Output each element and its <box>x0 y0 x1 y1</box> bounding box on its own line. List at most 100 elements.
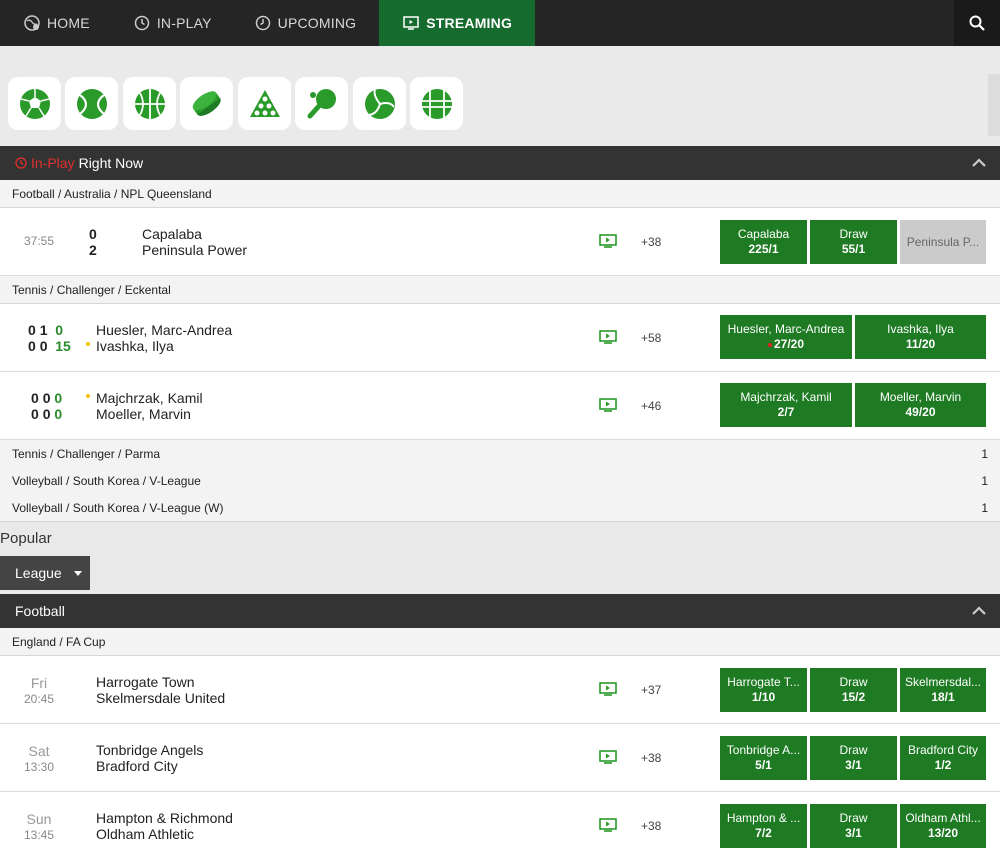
crumb-label: Volleyball / South Korea / V-League <box>12 473 201 488</box>
sport-table-tennis-button[interactable] <box>295 77 348 130</box>
odds-button-away[interactable]: Bradford City 1/2 <box>900 736 986 780</box>
odds-label: Hampton & ... <box>726 811 801 825</box>
odds-button-home[interactable]: Hampton & ... 7/2 <box>720 804 807 848</box>
event-row[interactable]: Sat 13:30 Tonbridge Angels Bradford City… <box>0 724 1000 792</box>
odds-button-draw[interactable]: Draw 3/1 <box>810 736 897 780</box>
odds-button-home[interactable]: Tonbridge A... 5/1 <box>720 736 807 780</box>
odds-button-draw[interactable]: Draw 15/2 <box>810 668 897 712</box>
live-stream-icon[interactable] <box>599 818 617 832</box>
event-row[interactable]: 0 0 0 0 0 0 Majchrzak, Kamil Moeller, Ma… <box>0 372 1000 440</box>
tennis-score: 0 1 0 0 0 15 <box>28 322 71 354</box>
odds-button-draw[interactable]: Draw 3/1 <box>810 804 897 848</box>
competition-crumb[interactable]: Volleyball / South Korea / V-League 1 <box>0 467 1000 495</box>
tab-streaming-label: STREAMING <box>426 15 513 31</box>
odds-label: Draw <box>839 811 868 825</box>
odds-button-home[interactable]: Huesler, Marc-Andrea 27/20 <box>720 315 852 359</box>
more-markets-link[interactable]: +38 <box>641 819 661 833</box>
odds-price: 1/2 <box>934 758 952 772</box>
tab-upcoming[interactable]: UPCOMING <box>235 0 380 46</box>
more-markets-link[interactable]: +38 <box>641 751 661 765</box>
tab-in-play[interactable]: IN-PLAY <box>112 0 235 46</box>
more-markets-link[interactable]: +46 <box>641 399 661 413</box>
home-team: Capalaba <box>142 226 202 242</box>
event-row[interactable]: 37:55 0 2 Capalaba Peninsula Power +38 C… <box>0 208 1000 276</box>
odds-price: 27/20 <box>773 337 805 351</box>
odds-label: Draw <box>839 743 868 757</box>
team-names: Huesler, Marc-Andrea Ivashka, Ilya <box>96 322 232 354</box>
sport-snooker-button[interactable] <box>238 77 291 130</box>
sport-basketball-button[interactable] <box>123 77 176 130</box>
event-count: 1 <box>981 500 988 515</box>
competition-crumb[interactable]: Volleyball / South Korea / V-League (W) … <box>0 494 1000 522</box>
football-section-title: Football <box>15 603 65 619</box>
event-row[interactable]: 0 1 0 0 0 15 Huesler, Marc-Andrea Ivashk… <box>0 304 1000 372</box>
odds-label: Ivashka, Ilya <box>887 322 954 336</box>
home-sets: 0 <box>31 390 39 406</box>
more-markets-link[interactable]: +37 <box>641 683 661 697</box>
crumb-label: Tennis / Challenger / Eckental <box>12 282 171 297</box>
football-section-header[interactable]: Football <box>0 594 1000 628</box>
event-row[interactable]: Fri 20:45 Harrogate Town Skelmersdale Un… <box>0 656 1000 724</box>
live-stream-icon[interactable] <box>599 234 617 248</box>
chevron-up-icon[interactable] <box>972 606 986 615</box>
live-stream-icon[interactable] <box>599 682 617 696</box>
clock-icon <box>255 15 270 31</box>
tab-home[interactable]: HOME <box>0 0 112 46</box>
sport-football-button[interactable] <box>8 77 61 130</box>
odds-label: Huesler, Marc-Andrea <box>727 322 845 336</box>
event-day: Sun <box>26 811 52 827</box>
more-markets-link[interactable]: +58 <box>641 331 661 345</box>
live-stream-icon[interactable] <box>599 330 617 344</box>
odds-button-away[interactable]: Oldham Athl... 13/20 <box>900 804 986 848</box>
competition-crumb[interactable]: Tennis / Challenger / Parma 1 <box>0 440 1000 468</box>
competition-crumb[interactable]: Tennis / Challenger / Eckental <box>0 276 1000 304</box>
home-team: Harrogate Town <box>96 674 195 690</box>
tennis-score: 0 0 0 0 0 0 <box>31 390 62 422</box>
chevron-up-icon[interactable] <box>972 158 986 167</box>
odds-price: 3/1 <box>845 826 862 840</box>
score-column: 0 2 <box>89 226 97 258</box>
volleyball-icon <box>364 88 395 119</box>
competition-crumb[interactable]: Football / Australia / NPL Queensland <box>0 180 1000 208</box>
odds-label: Oldham Athl... <box>905 811 981 825</box>
odds-button-home[interactable]: Majchrzak, Kamil 2/7 <box>720 383 852 427</box>
live-stream-icon[interactable] <box>599 398 617 412</box>
tab-streaming[interactable]: STREAMING <box>379 0 536 46</box>
more-markets-link[interactable]: +38 <box>641 235 661 249</box>
odds-button-away[interactable]: Ivashka, Ilya 11/20 <box>855 315 986 359</box>
tab-upcoming-label: UPCOMING <box>277 15 357 31</box>
away-team: Oldham Athletic <box>96 826 195 842</box>
home-games: 1 <box>39 322 48 338</box>
odds-label: Peninsula P... <box>906 234 980 249</box>
sport-handball-button[interactable] <box>410 77 463 130</box>
odds-button-draw[interactable]: Draw 55/1 <box>810 220 897 264</box>
odds-label: Tonbridge A... <box>726 743 801 757</box>
event-row[interactable]: Sun 13:45 Hampton & Richmond Oldham Athl… <box>0 792 1000 857</box>
away-team: Peninsula Power <box>142 242 248 258</box>
search-button[interactable] <box>954 0 1000 46</box>
sport-bar-scrollbar[interactable] <box>988 74 1000 136</box>
sport-ice-hockey-button[interactable] <box>180 77 233 130</box>
odds-button-home[interactable]: Capalaba 225/1 <box>720 220 807 264</box>
inplay-section-header[interactable]: In-Play Right Now <box>0 146 1000 180</box>
odds-button-away[interactable]: Skelmersdal... 18/1 <box>900 668 986 712</box>
clock-icon <box>134 15 150 31</box>
away-team: Bradford City <box>96 758 178 774</box>
event-time: 13:30 <box>23 760 55 774</box>
competition-crumb[interactable]: England / FA Cup <box>0 628 1000 656</box>
odds-button-away[interactable]: Moeller, Marvin 49/20 <box>855 383 986 427</box>
odds-button-home[interactable]: Harrogate T... 1/10 <box>720 668 807 712</box>
odds-price: 1/10 <box>751 690 776 704</box>
odds-price: 18/1 <box>931 690 955 704</box>
sport-tennis-button[interactable] <box>65 77 118 130</box>
league-filter-dropdown[interactable]: League <box>0 556 90 590</box>
team-names: Majchrzak, Kamil Moeller, Marvin <box>96 390 203 422</box>
odds-price: 225/1 <box>748 242 779 256</box>
odds-label: Harrogate T... <box>727 675 800 689</box>
home-score: 0 <box>89 226 97 242</box>
tennis-ball-icon <box>76 88 107 119</box>
sport-volleyball-button[interactable] <box>353 77 406 130</box>
live-stream-icon[interactable] <box>599 750 617 764</box>
team-names: Harrogate Town Skelmersdale United <box>96 674 225 706</box>
caret-down-icon <box>73 570 82 576</box>
